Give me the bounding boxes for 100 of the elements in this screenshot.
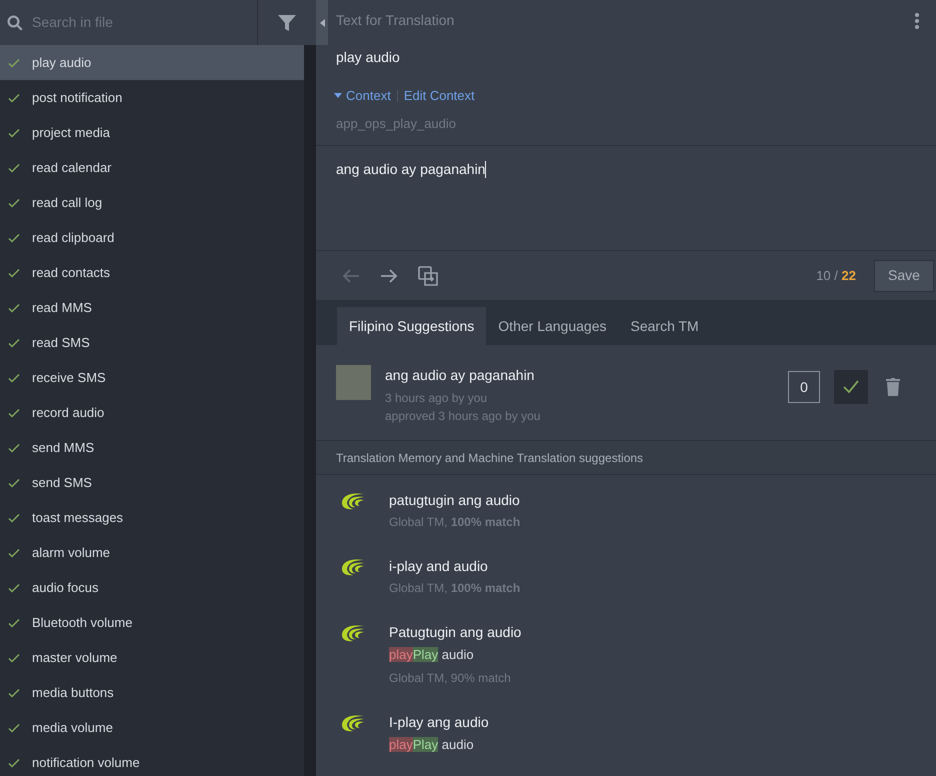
check-icon [8,582,20,594]
check-icon [8,372,20,384]
check-icon [8,722,20,734]
progress-counter: 10 / 22 [816,266,856,285]
filter-button[interactable] [258,0,316,45]
trash-icon [886,378,900,396]
next-button[interactable] [380,268,398,284]
save-button[interactable]: Save [874,260,934,292]
string-label: audio focus [32,578,98,597]
string-label: read call log [32,194,102,212]
check-icon [8,196,20,208]
string-list-item[interactable]: Bluetooth volume [0,605,304,640]
check-icon [8,652,20,664]
string-list-item[interactable]: read SMS [0,325,304,360]
check-icon [8,266,20,278]
arrow-left-icon [342,268,360,284]
suggestions-tab[interactable]: Other Languages [486,307,618,345]
string-label: notification volume [32,754,140,772]
section-heading: Translation Memory and Machine Translation suggestions [336,450,644,466]
swoosh-logo-icon [340,623,366,643]
check-icon [8,232,20,244]
suggestions-tab[interactable]: Filipino Suggestions [337,307,486,345]
suggestion-text: ang audio ay paganahin [385,366,536,385]
arrow-right-icon [380,268,398,284]
string-list-item[interactable]: alarm volume [0,535,304,570]
avatar-photo-placeholder [336,365,371,400]
check-icon [8,686,20,698]
check-icon [8,302,20,314]
suggestion-meta: 3 hours ago by you [385,390,488,407]
tm-suggestion-text: i-play and audio [389,557,489,575]
string-label: alarm volume [32,544,110,562]
string-label: master volume [32,648,118,667]
check-icon [8,442,20,454]
string-list-item[interactable]: read clipboard [0,220,304,255]
translation-field[interactable]: ang audio ay paganahin [336,159,916,180]
check-icon [8,92,20,104]
string-label: send SMS [32,474,92,492]
string-list-item[interactable]: toast messages [0,500,304,535]
string-label: read SMS [32,334,90,352]
delete-button[interactable] [886,377,900,397]
tm-suggestion-text: patugtugin ang audio [389,491,520,509]
check-icon [8,56,20,68]
string-label: toast messages [32,508,124,527]
swoosh-logo-icon [340,712,366,732]
string-list-item[interactable]: send SMS [0,465,304,500]
string-list-item[interactable]: record audio [0,395,304,430]
check-icon [8,546,20,558]
collapse-sidebar-button[interactable] [316,0,328,45]
string-list-item[interactable]: post notification [0,80,304,115]
tm-match-meta: Global TM, 90% match [389,670,512,686]
diff-text: playPlay audio [389,646,475,664]
string-list-item[interactable]: read call log [0,185,304,220]
vote-count: 0 [788,371,820,403]
check-icon [8,406,20,418]
string-label: post notification [32,88,122,107]
suggestions-tab[interactable]: Search TM [618,307,711,345]
string-label: read MMS [32,298,92,317]
string-label: read calendar [32,158,112,177]
copy-icon [418,266,438,286]
search-icon [6,14,24,32]
string-list-item[interactable]: notification volume [0,745,304,776]
context-toggle[interactable]: Context [334,86,391,106]
string-list-item[interactable]: media volume [0,710,304,745]
string-key: app_ops_play_audio [336,114,922,133]
approve-button[interactable] [834,370,868,404]
search-field[interactable]: Search in file [0,0,257,45]
tm-match-meta: Global TM, 100% match [389,514,520,531]
string-list-item[interactable]: read contacts [0,255,304,290]
section-heading: Text for Translation [336,11,454,30]
swoosh-logo-icon [340,491,366,511]
string-label: project media [32,124,110,142]
string-list-item[interactable]: read MMS [0,290,304,325]
string-label: send MMS [32,438,94,457]
swoosh-logo-icon [340,557,366,577]
search-input[interactable]: Search in file [32,12,232,33]
check-icon [8,126,20,138]
string-label: play audio [32,54,92,72]
caret-down-icon [334,93,342,98]
string-list-item[interactable]: audio focus [0,570,304,605]
string-list-item[interactable]: play audio [0,45,304,80]
string-label: read clipboard [32,228,114,247]
check-icon [8,162,20,174]
edit-context-link[interactable]: Edit Context [404,86,475,106]
string-label: media volume [32,718,113,737]
check-icon [8,476,20,488]
check-icon [8,616,20,628]
string-list-item[interactable]: receive SMS [0,360,304,395]
tm-suggestion-text: Patugtugin ang audio [389,623,522,641]
string-list-item[interactable]: media buttons [0,675,304,710]
string-list-item[interactable]: master volume [0,640,304,675]
string-label: read contacts [32,264,110,282]
check-icon [8,512,20,524]
copy-source-button[interactable] [418,266,438,286]
filter-icon [277,12,297,32]
approval-meta: approved 3 hours ago by you [385,408,542,425]
string-list-item[interactable]: project media [0,115,304,150]
string-list-item[interactable]: send MMS [0,430,304,465]
string-list-item[interactable]: read calendar [0,150,304,185]
tm-match-meta: Global TM, 100% match [389,580,520,597]
tm-suggestion-text: I-play ang audio [389,712,489,730]
